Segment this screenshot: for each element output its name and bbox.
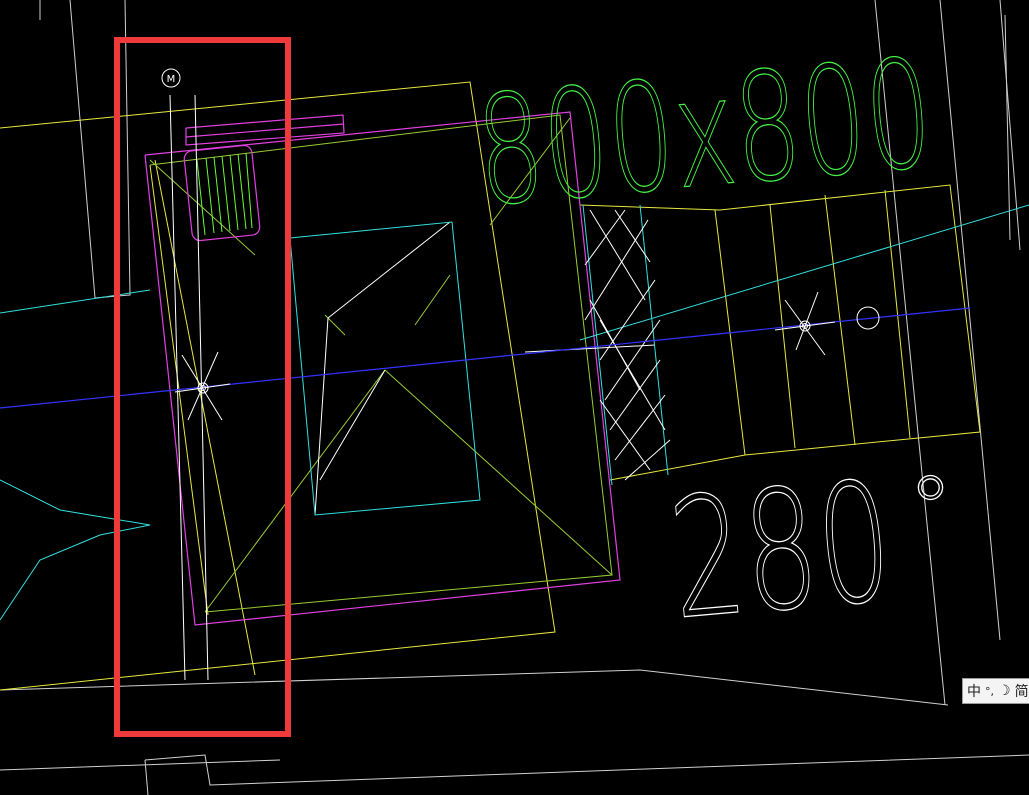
moon-icon[interactable]: ☽ [998,683,1011,699]
cad-canvas[interactable]: M 800x800 280 ° [0,0,1029,795]
ime-simplified-button[interactable]: 简 [1015,681,1029,701]
vent-hatch [196,152,253,236]
north-marker-label: M [167,74,176,85]
dimension-label-bottom: 280 [663,446,899,656]
ime-mode-button[interactable]: 中 [967,681,981,701]
ime-toolbar[interactable]: 中 °, ☽ 简 [962,678,1029,704]
dimension-label-top: 800x800 [470,27,938,240]
diffuser-symbol-left [174,351,231,421]
diffuser-symbol-right [774,291,880,356]
degree-mark: ° [908,457,953,562]
ime-punct-button[interactable]: °, [985,685,994,698]
north-marker: M [161,68,181,88]
box-diagonal [319,369,386,481]
